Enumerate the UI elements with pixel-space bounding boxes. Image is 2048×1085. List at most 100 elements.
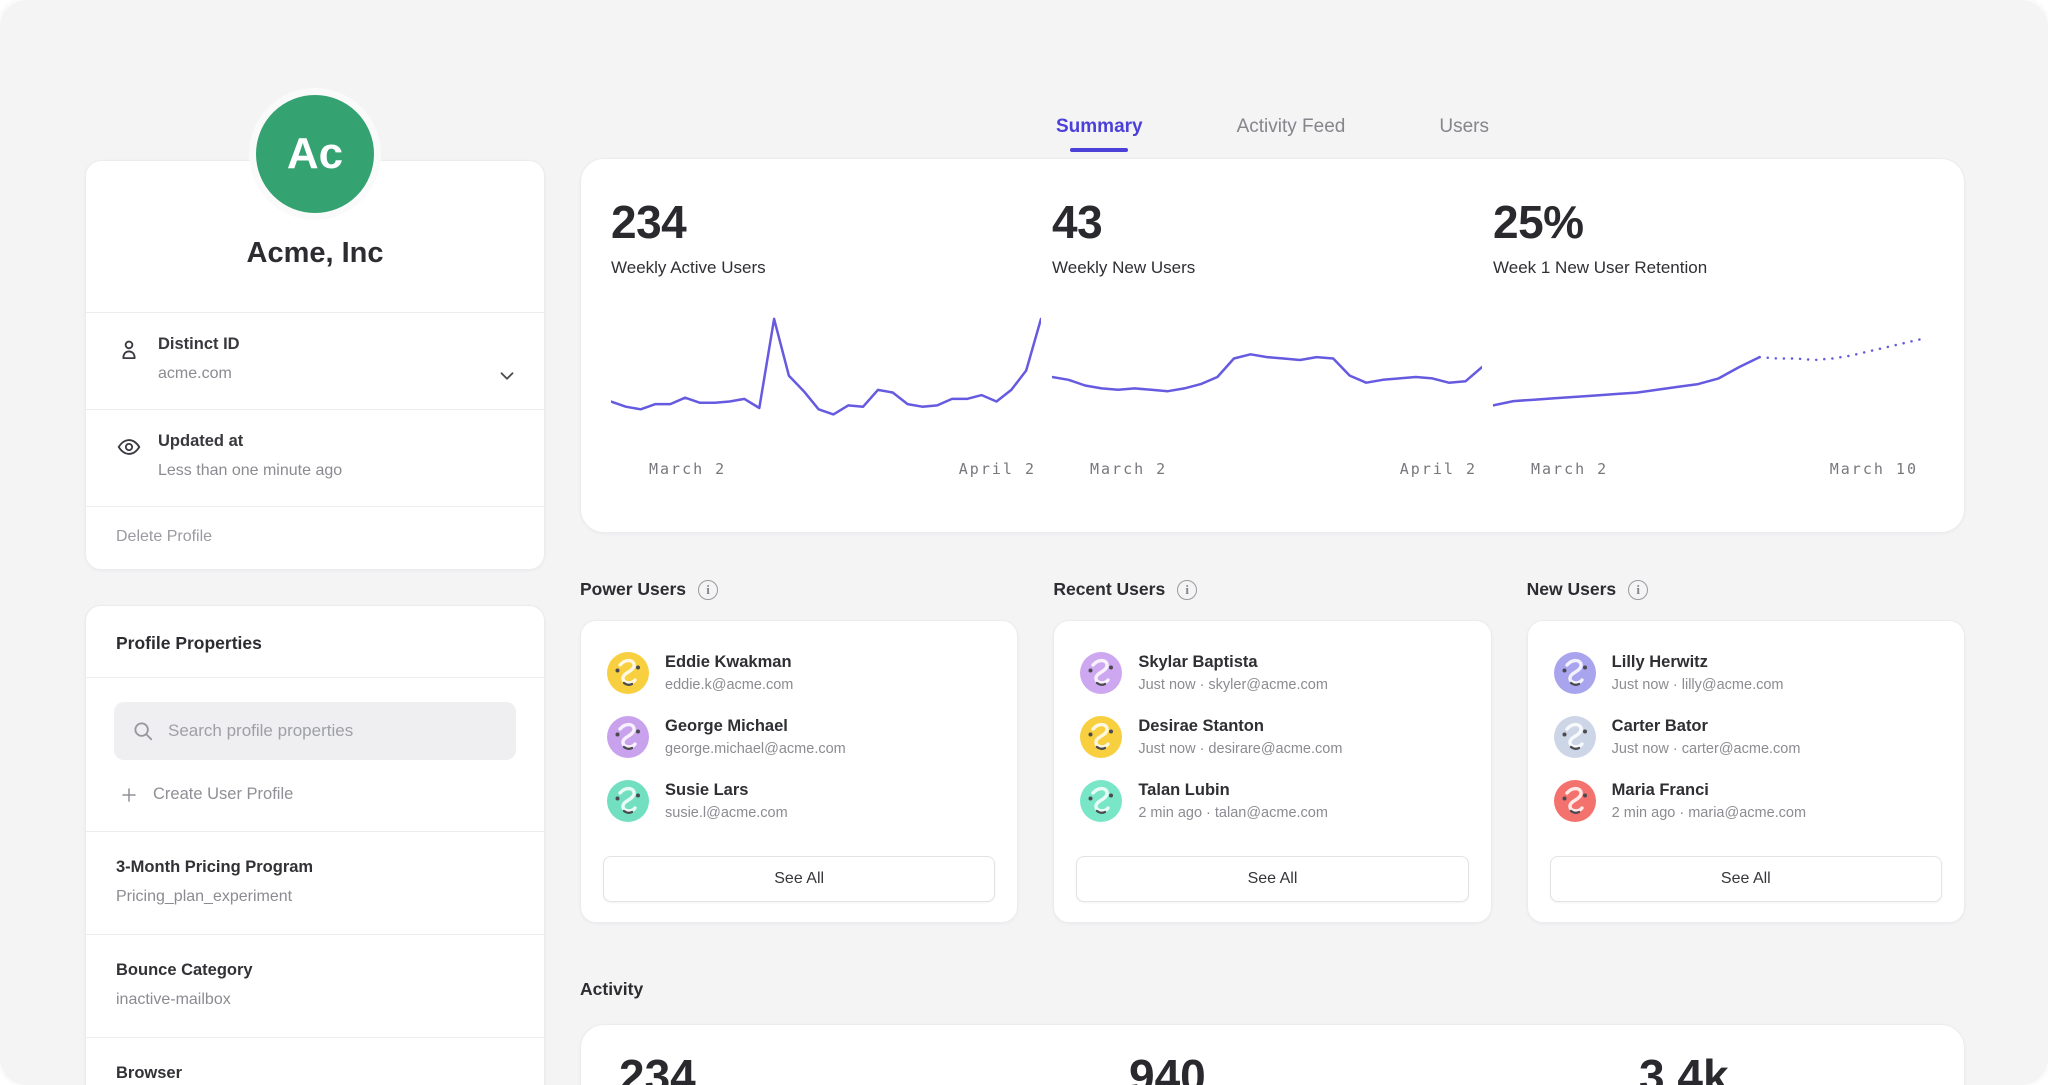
recent-users-title: Recent Users (1053, 579, 1165, 600)
tab-activity-feed[interactable]: Activity Feed (1237, 116, 1346, 152)
search-input[interactable] (114, 702, 516, 760)
field-label: Distinct ID (158, 335, 240, 354)
stat-weekly-new-users: 43 Weekly New Users March 2 April 2 (1052, 159, 1493, 532)
activity-stat: 940 (1129, 1049, 1206, 1085)
user-list-item[interactable]: Desirae Stanton Just now · desirare@acme… (1076, 705, 1468, 769)
stat-label: Weekly New Users (1052, 258, 1493, 278)
tab-summary[interactable]: Summary (1056, 116, 1143, 152)
user-list-item[interactable]: Carter Bator Just now · carter@acme.com (1550, 705, 1942, 769)
user-avatar (1080, 716, 1122, 758)
sidebar: Ac Acme, Inc Distinct ID acme.com (85, 0, 545, 1085)
user-name: Desirae Stanton (1138, 717, 1342, 736)
search-icon (132, 720, 154, 742)
profile-property-row[interactable]: Bounce Category inactive-mailbox (86, 935, 544, 1038)
avatar-face-icon (1554, 652, 1596, 694)
new-users-card: Lilly Herwitz Just now · lilly@acme.com (1527, 620, 1965, 923)
create-user-profile-button[interactable]: Create User Profile (86, 760, 544, 832)
user-avatar (607, 780, 649, 822)
company-avatar-initials: Ac (287, 129, 343, 179)
user-avatar (1080, 780, 1122, 822)
profile-property-row[interactable]: Browser Chrome (86, 1038, 544, 1085)
stat-label: Weekly Active Users (611, 258, 1052, 278)
user-list-item[interactable]: Lilly Herwitz Just now · lilly@acme.com (1550, 641, 1942, 705)
user-profile-dashboard: Ac Acme, Inc Distinct ID acme.com (0, 0, 2048, 1085)
profile-property-row[interactable]: 3-Month Pricing Program Pricing_plan_exp… (86, 832, 544, 935)
plus-icon (120, 786, 138, 804)
eye-icon (116, 434, 142, 480)
avatar-face-icon (1554, 780, 1596, 822)
user-name: Skylar Baptista (1138, 653, 1328, 672)
user-subtitle: Just now · lilly@acme.com (1612, 677, 1784, 693)
x-tick: March 2 (649, 460, 726, 478)
tab-bar: Summary Activity Feed Users (580, 0, 1965, 158)
create-user-profile-label: Create User Profile (153, 785, 293, 804)
power-users-card: Eddie Kwakman eddie.k@acme.com (580, 620, 1018, 923)
chevron-down-icon[interactable] (496, 365, 518, 392)
user-list-item[interactable]: Eddie Kwakman eddie.k@acme.com (603, 641, 995, 705)
user-subtitle: Just now · carter@acme.com (1612, 741, 1801, 757)
recent-users-group: Recent Users i (1053, 579, 1491, 923)
user-subtitle: 2 min ago · maria@acme.com (1612, 805, 1806, 821)
field-label: Updated at (158, 432, 342, 451)
tab-users[interactable]: Users (1439, 116, 1489, 152)
user-subtitle: Just now · desirare@acme.com (1138, 741, 1342, 757)
new-users-list: Lilly Herwitz Just now · lilly@acme.com (1550, 641, 1942, 833)
see-all-button[interactable]: See All (1550, 856, 1942, 902)
property-name: 3-Month Pricing Program (116, 858, 514, 877)
user-list-item[interactable]: Skylar Baptista Just now · skyler@acme.c… (1076, 641, 1468, 705)
see-all-button[interactable]: See All (1076, 856, 1468, 902)
field-distinct-id[interactable]: Distinct ID acme.com (86, 312, 544, 409)
user-avatar (607, 652, 649, 694)
x-tick: March 2 (1531, 460, 1608, 478)
weekly-new-users-chart (1052, 302, 1482, 452)
activity-stat: 3.4k (1639, 1049, 1729, 1085)
user-list-item[interactable]: George Michael george.michael@acme.com (603, 705, 995, 769)
profile-properties-title: Profile Properties (86, 606, 544, 678)
delete-profile-button[interactable]: Delete Profile (86, 506, 544, 569)
property-name: Browser (116, 1064, 514, 1083)
stat-value: 25% (1493, 195, 1934, 249)
avatar-face-icon (607, 716, 649, 758)
user-subtitle: eddie.k@acme.com (665, 677, 793, 693)
stat-label: Week 1 New User Retention (1493, 258, 1934, 278)
power-users-group: Power Users i (580, 579, 1018, 923)
info-icon[interactable]: i (698, 580, 718, 600)
user-lists-row: Power Users i (580, 579, 1965, 923)
user-avatar (1554, 716, 1596, 758)
profile-card: Acme, Inc Distinct ID acme.com (85, 160, 545, 570)
user-list-item[interactable]: Susie Lars susie.l@acme.com (603, 769, 995, 833)
user-name: Carter Bator (1612, 717, 1801, 736)
user-name: Susie Lars (665, 781, 788, 800)
see-all-button[interactable]: See All (603, 856, 995, 902)
profile-properties-list: 3-Month Pricing Program Pricing_plan_exp… (86, 832, 544, 1085)
stat-value: 234 (611, 195, 1052, 249)
user-avatar (1080, 652, 1122, 694)
info-icon[interactable]: i (1628, 580, 1648, 600)
user-list-item[interactable]: Talan Lubin 2 min ago · talan@acme.com (1076, 769, 1468, 833)
user-name: Lilly Herwitz (1612, 653, 1784, 672)
user-subtitle: susie.l@acme.com (665, 805, 788, 821)
power-users-list: Eddie Kwakman eddie.k@acme.com (603, 641, 995, 833)
property-name: Bounce Category (116, 961, 514, 980)
user-name: Talan Lubin (1138, 781, 1328, 800)
user-name: Maria Franci (1612, 781, 1806, 800)
new-users-group: New Users i (1527, 579, 1965, 923)
user-avatar (1554, 652, 1596, 694)
weekly-active-users-chart (611, 302, 1041, 452)
x-tick: March 2 (1090, 460, 1167, 478)
info-icon[interactable]: i (1177, 580, 1197, 600)
main-content: Summary Activity Feed Users 234 Weekly A… (580, 0, 1965, 1085)
activity-card: 234 940 3.4k (580, 1024, 1965, 1085)
profile-properties-card: Profile Properties Create User Profile 3… (85, 605, 545, 1085)
field-value: Less than one minute ago (158, 462, 342, 480)
user-name: George Michael (665, 717, 846, 736)
user-list-item[interactable]: Maria Franci 2 min ago · maria@acme.com (1550, 769, 1942, 833)
week1-retention-chart (1493, 302, 1923, 452)
x-tick: March 10 (1830, 460, 1918, 478)
avatar-face-icon (607, 780, 649, 822)
avatar-face-icon (1080, 780, 1122, 822)
stat-value: 43 (1052, 195, 1493, 249)
user-subtitle: george.michael@acme.com (665, 741, 846, 757)
user-avatar (1554, 780, 1596, 822)
avatar-face-icon (1080, 716, 1122, 758)
